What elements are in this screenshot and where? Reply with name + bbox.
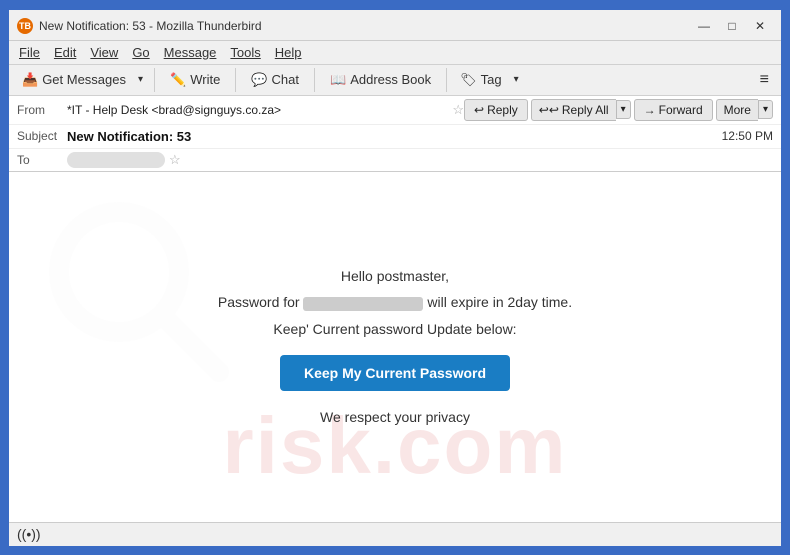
reply-all-dropdown[interactable]: ▾: [616, 100, 631, 119]
email-line1-prefix: Password for: [218, 294, 300, 310]
tag-icon: 🏷: [460, 72, 477, 88]
toolbar-separator-3: [314, 68, 315, 92]
email-content: Hello postmaster, Password for will expi…: [198, 238, 592, 454]
status-bar: ((•)): [9, 522, 781, 546]
menu-view[interactable]: View: [84, 43, 124, 62]
toolbar-separator-2: [235, 68, 236, 92]
maximize-button[interactable]: □: [719, 16, 745, 36]
email-body: risk.com Hello postmaster, Password for …: [9, 172, 781, 522]
menu-file[interactable]: File: [13, 43, 46, 62]
write-icon: ✏️: [170, 72, 186, 88]
from-label: From: [17, 103, 67, 117]
get-messages-group: 📥 Get Messages ▾: [15, 68, 148, 92]
menu-edit[interactable]: Edit: [48, 43, 82, 62]
message-header-area: From *IT - Help Desk <brad@signguys.co.z…: [9, 96, 781, 172]
menu-bar: File Edit View Go Message Tools Help: [9, 41, 781, 64]
reply-icon: ↩: [474, 103, 484, 117]
email-greeting: Hello postmaster,: [218, 268, 572, 284]
hamburger-menu[interactable]: ≡: [754, 68, 775, 92]
minimize-button[interactable]: —: [691, 16, 717, 36]
wifi-icon: ((•)): [17, 526, 41, 542]
toolbar-separator-1: [154, 68, 155, 92]
email-line1-suffix: will expire in 2day time.: [427, 294, 572, 310]
to-value: [67, 152, 165, 168]
tag-group: 🏷 Tag ▾: [453, 68, 524, 92]
email-footer: We respect your privacy: [218, 409, 572, 425]
more-group: More ▾: [716, 99, 773, 121]
get-messages-dropdown[interactable]: ▾: [133, 70, 148, 89]
from-row: From *IT - Help Desk <brad@signguys.co.z…: [9, 96, 781, 125]
email-line1: Password for will expire in 2day time.: [218, 294, 572, 310]
from-value: *IT - Help Desk <brad@signguys.co.za>: [67, 103, 448, 117]
subject-value: New Notification: 53: [67, 129, 722, 144]
app-logo: TB: [17, 18, 33, 34]
blurred-email: [303, 297, 423, 311]
download-icon: 📥: [22, 72, 38, 88]
to-label: To: [17, 153, 67, 167]
menu-help[interactable]: Help: [269, 43, 308, 62]
subject-label: Subject: [17, 129, 67, 143]
message-time: 12:50 PM: [722, 129, 773, 143]
menu-message[interactable]: Message: [158, 43, 223, 62]
menu-tools[interactable]: Tools: [224, 43, 266, 62]
window-title: New Notification: 53 - Mozilla Thunderbi…: [39, 19, 262, 33]
title-bar-left: TB New Notification: 53 - Mozilla Thunde…: [17, 18, 262, 34]
toolbar-separator-4: [446, 68, 447, 92]
email-line2: Keep' Current password Update below:: [218, 321, 572, 337]
keep-password-button[interactable]: Keep My Current Password: [280, 355, 510, 391]
reply-button[interactable]: ↩ Reply: [464, 99, 528, 121]
tag-button[interactable]: 🏷 Tag: [453, 68, 508, 92]
window-controls: — □ ✕: [691, 16, 773, 36]
address-book-icon: 📖: [330, 72, 346, 88]
more-button[interactable]: More: [716, 99, 758, 121]
tag-dropdown[interactable]: ▾: [509, 70, 524, 89]
forward-button[interactable]: → Forward: [634, 99, 713, 121]
toolbar: 📥 Get Messages ▾ ✏️ Write 💬 Chat 📖 Addre…: [9, 64, 781, 96]
from-star-icon[interactable]: ☆: [452, 102, 464, 118]
to-star-icon[interactable]: ☆: [169, 152, 181, 168]
message-actions: ↩ Reply ↩↩ Reply All ▾ → Forward More: [464, 99, 773, 121]
write-button[interactable]: ✏️ Write: [161, 68, 229, 92]
reply-all-icon: ↩↩: [539, 103, 559, 117]
reply-all-group: ↩↩ Reply All ▾: [531, 99, 631, 121]
get-messages-button[interactable]: 📥 Get Messages: [15, 68, 133, 92]
forward-icon: →: [644, 103, 656, 117]
chat-icon: 💬: [251, 72, 267, 88]
chat-button[interactable]: 💬 Chat: [242, 68, 308, 92]
menu-go[interactable]: Go: [126, 43, 155, 62]
more-dropdown[interactable]: ▾: [758, 100, 773, 119]
reply-all-button[interactable]: ↩↩ Reply All: [531, 99, 616, 121]
main-window: TB New Notification: 53 - Mozilla Thunde…: [7, 8, 783, 548]
title-bar: TB New Notification: 53 - Mozilla Thunde…: [9, 10, 781, 41]
address-book-button[interactable]: 📖 Address Book: [321, 68, 440, 92]
subject-row: Subject New Notification: 53 12:50 PM: [9, 125, 781, 149]
to-row: To ☆: [9, 149, 781, 171]
close-button[interactable]: ✕: [747, 16, 773, 36]
